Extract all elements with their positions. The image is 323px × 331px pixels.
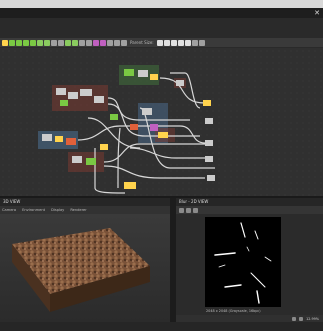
toolbar-button-16[interactable]	[107, 39, 113, 46]
toolbar-button-25[interactable]	[198, 39, 205, 46]
menu-environment[interactable]: Environment	[22, 208, 45, 212]
terrain-preview	[12, 228, 150, 312]
view2d-statusbar: 12.99%	[176, 315, 323, 322]
menu-display[interactable]: Display	[51, 208, 64, 212]
toolbar-button-2[interactable]	[9, 39, 15, 46]
node-graph[interactable]	[0, 48, 323, 196]
menu-camera[interactable]: Camera	[2, 208, 16, 212]
toolbar-button-19[interactable]	[156, 39, 163, 46]
toolbar-button-21[interactable]	[170, 39, 177, 46]
toolbar-button-20[interactable]	[163, 39, 170, 46]
zoom-level[interactable]: 12.99%	[306, 317, 319, 321]
viewport-2d[interactable]: 2048 x 2048 (Grayscale, 16bpc) 12.99%	[176, 206, 323, 322]
tile-icon[interactable]	[193, 207, 198, 213]
panel-2d-title: Blur - 2D VIEW	[176, 198, 323, 206]
parent-size-label: Parent Size:	[130, 40, 154, 45]
toolbar-button-1[interactable]	[2, 39, 8, 46]
streaks	[214, 222, 272, 304]
toolbar-button-18[interactable]	[121, 39, 127, 46]
panel-3d-title: 3D VIEW	[0, 198, 170, 206]
view2d-toolbar	[176, 206, 323, 214]
toolbar-button-24[interactable]	[191, 39, 198, 46]
toolbar-button-11[interactable]	[72, 39, 78, 46]
title-bar: ✕	[0, 8, 323, 18]
toolbar-button-7[interactable]	[44, 39, 50, 46]
status-bar	[0, 322, 323, 331]
node-graph-canvas[interactable]	[0, 48, 323, 196]
toolbar-button-10[interactable]	[65, 39, 71, 46]
designer-window: ✕ Parent Size: 3D VIEW Blur - 2D VIEW Ca…	[0, 8, 323, 331]
toolbar-button-9[interactable]	[58, 39, 64, 46]
histogram-icon[interactable]	[292, 316, 297, 321]
toolbar-button-4[interactable]	[23, 39, 29, 46]
color-picker-icon[interactable]	[299, 316, 304, 321]
toolbar-button-5[interactable]	[30, 39, 36, 46]
image-info: 2048 x 2048 (Grayscale, 16bpc)	[206, 309, 261, 313]
fit-icon[interactable]	[179, 207, 184, 213]
toolbar-button-15[interactable]	[100, 39, 106, 46]
toolbar-button-14[interactable]	[93, 39, 99, 46]
toolbar-button-22[interactable]	[177, 39, 184, 46]
viewport-3d[interactable]	[0, 214, 170, 322]
graph-toolbar: Parent Size:	[0, 38, 323, 47]
panel-3d-menu: Camera Environment Display Renderer	[0, 206, 170, 214]
toolbar-button-12[interactable]	[79, 39, 85, 46]
toolbar-button-6[interactable]	[37, 39, 43, 46]
menu-renderer[interactable]: Renderer	[70, 208, 86, 212]
toolbar-button-8[interactable]	[51, 39, 57, 46]
toolbar-button-3[interactable]	[16, 39, 22, 46]
close-icon[interactable]: ✕	[314, 9, 320, 17]
toolbar-button-23[interactable]	[184, 39, 191, 46]
blur-output-image	[205, 217, 281, 307]
toolbar-button-17[interactable]	[114, 39, 120, 46]
toolbar-button-13[interactable]	[86, 39, 92, 46]
channel-icon[interactable]	[186, 207, 191, 213]
